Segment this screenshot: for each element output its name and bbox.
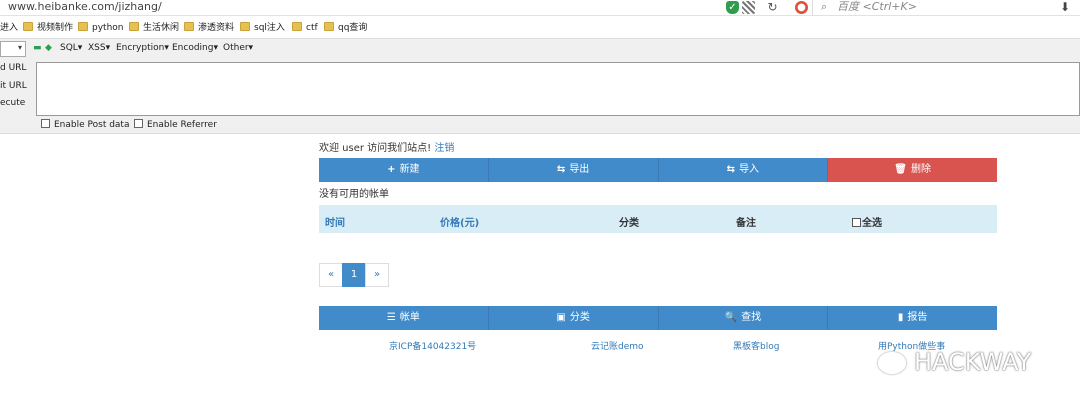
bookmark-item[interactable]: 进入 [0, 22, 18, 35]
export-icon: ⇆ [556, 164, 566, 175]
chevron-down-icon: ▾ [17, 43, 22, 52]
menu-encryption[interactable]: Encryption▾ [116, 42, 169, 55]
qr-code-icon[interactable] [742, 1, 755, 14]
page-prev[interactable]: « [319, 263, 343, 287]
hackbar-select[interactable]: ▾ [0, 41, 26, 57]
checkbox-icon [41, 119, 50, 128]
browser-toolbar: www.heibanke.com/jizhang/ ✓ ↻ ● ⌕ 百度 <Ct… [0, 0, 1080, 16]
enable-referrer-checkbox[interactable]: Enable Referrer [134, 119, 217, 131]
folder-icon [129, 22, 139, 31]
bookmark-item[interactable]: ctf [292, 22, 318, 35]
briefcase-icon: ▣ [556, 312, 566, 323]
folder-icon [324, 22, 334, 31]
nav-bills[interactable]: ☰ 帐单 [319, 306, 489, 330]
enable-post-checkbox[interactable]: Enable Post data [41, 119, 129, 131]
shield-icon[interactable]: ✓ [726, 1, 739, 14]
load-url-button[interactable]: d URL [0, 62, 26, 74]
search-box[interactable]: ⌕ 百度 <Ctrl+K> [812, 0, 1044, 15]
execute-button[interactable]: ecute [0, 97, 25, 109]
green-diamond-icon[interactable]: ◆ [45, 43, 52, 53]
nav-report[interactable]: ▮ 报告 [828, 306, 997, 330]
trash-icon: 🗑 [894, 164, 907, 175]
action-toolbar: + 新建 ⇆ 导出 ⇆ 导入 🗑 删除 [319, 158, 997, 182]
watermark: HACKWAY [914, 348, 1032, 376]
column-note: 备注 [736, 218, 756, 229]
welcome-message: 欢迎 user 访问我们站点! 注销 [319, 143, 455, 154]
bookmarks-bar: 进入 视频制作 python 生活休闲 渗透资料 sql注入 ctf qq查询 [0, 20, 1080, 38]
bookmark-item[interactable]: python [78, 22, 123, 35]
url-textarea[interactable] [36, 62, 1080, 116]
column-price[interactable]: 价格(元) [440, 214, 479, 229]
plus-icon: + [387, 164, 396, 175]
import-icon: ⇆ [726, 164, 736, 175]
bottom-nav: ☰ 帐单 ▣ 分类 🔍 查找 ▮ 报告 [319, 306, 997, 330]
pagination: « 1 » [319, 263, 389, 287]
hackbar: ▾ ▬ ◆ SQL▾ XSS▾ Encryption▾ Encoding▾ Ot… [0, 38, 1080, 134]
checkbox-icon [134, 119, 143, 128]
bar-chart-icon: ▮ [897, 312, 904, 323]
table-header: 时间 价格(元) 分类 备注 全选 [319, 205, 997, 233]
search-placeholder: 百度 <Ctrl+K> [837, 0, 917, 13]
folder-icon [23, 22, 33, 31]
addon-icon[interactable]: ● [795, 1, 808, 14]
list-icon: ☰ [386, 312, 396, 323]
bookmark-item[interactable]: sql注入 [240, 22, 285, 35]
select-all-checkbox[interactable]: 全选 [852, 214, 882, 229]
checkbox-icon [852, 218, 861, 227]
menu-encoding[interactable]: Encoding▾ [172, 42, 218, 55]
split-url-button[interactable]: it URL [0, 80, 27, 92]
download-icon[interactable]: ⬇ [1060, 0, 1070, 14]
menu-other[interactable]: Other▾ [223, 42, 253, 55]
blog-link[interactable]: 黑板客blog [733, 339, 779, 352]
column-category: 分类 [619, 218, 639, 229]
demo-link[interactable]: 云记账demo [591, 339, 644, 352]
bookmark-item[interactable]: 视频制作 [23, 22, 73, 35]
bookmark-item[interactable]: 渗透资料 [184, 22, 234, 35]
folder-icon [78, 22, 88, 31]
reload-icon[interactable]: ↻ [766, 1, 779, 14]
bookmark-item[interactable]: qq查询 [324, 22, 367, 35]
delete-button[interactable]: 🗑 删除 [828, 158, 997, 182]
green-minus-icon[interactable]: ▬ [33, 43, 42, 53]
folder-icon [240, 22, 250, 31]
new-button[interactable]: + 新建 [319, 158, 489, 182]
export-button[interactable]: ⇆ 导出 [488, 158, 659, 182]
nav-categories[interactable]: ▣ 分类 [488, 306, 659, 330]
folder-icon [184, 22, 194, 31]
empty-message: 没有可用的帐单 [319, 189, 389, 200]
page-next[interactable]: » [365, 263, 389, 287]
nav-search[interactable]: 🔍 查找 [658, 306, 829, 330]
bookmark-item[interactable]: 生活休闲 [129, 22, 179, 35]
column-time[interactable]: 时间 [325, 214, 345, 229]
logout-link[interactable]: 注销 [434, 143, 454, 154]
wechat-logo-icon [878, 352, 906, 374]
menu-sql[interactable]: SQL▾ [60, 42, 82, 55]
import-button[interactable]: ⇆ 导入 [658, 158, 829, 182]
menu-xss[interactable]: XSS▾ [88, 42, 110, 55]
search-icon: ⌕ [821, 0, 828, 13]
search-icon: 🔍 [724, 312, 738, 323]
footer: 京ICP备14042321号 云记账demo 黑板客blog 用Python做些… [319, 339, 997, 353]
icp-link[interactable]: 京ICP备14042321号 [389, 339, 476, 352]
page-1[interactable]: 1 [342, 263, 366, 287]
url-field[interactable]: www.heibanke.com/jizhang/ [8, 0, 162, 14]
folder-icon [292, 22, 302, 31]
